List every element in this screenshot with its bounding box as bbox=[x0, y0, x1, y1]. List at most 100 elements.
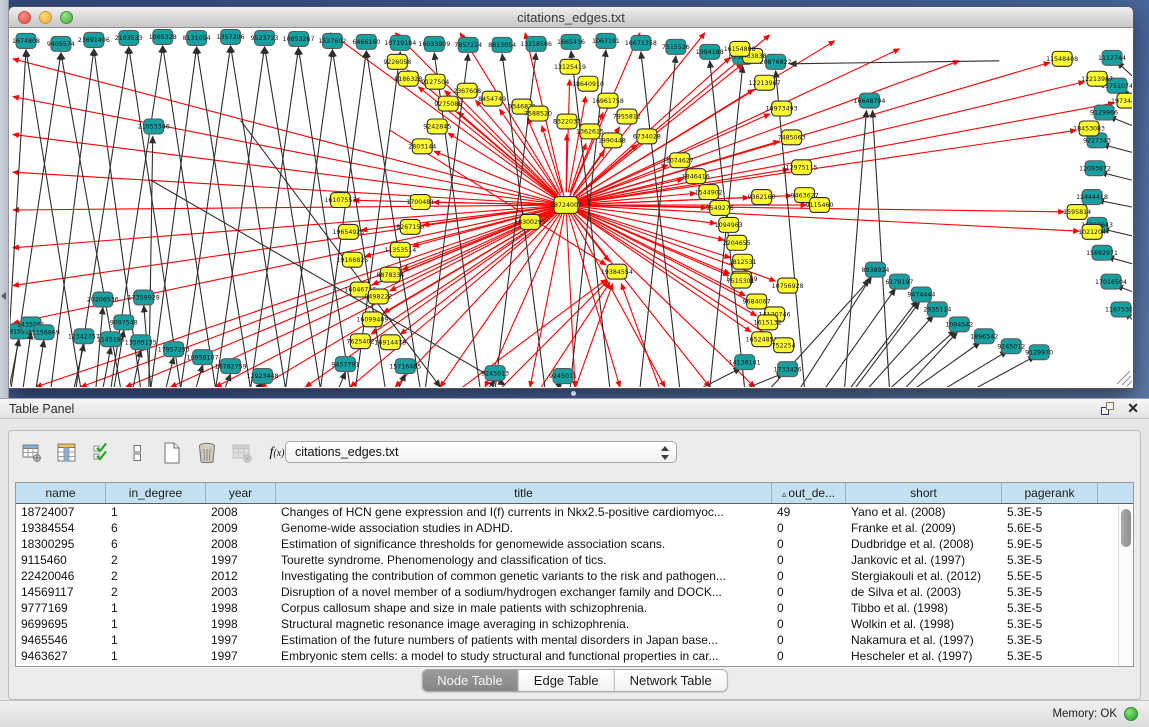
float-panel-icon[interactable] bbox=[1101, 402, 1114, 415]
graph-node-yellow[interactable]: 16961758 bbox=[592, 93, 624, 108]
graph-node-yellow[interactable]: 9242845 bbox=[423, 119, 451, 134]
graph-node-yellow[interactable]: 9226058 bbox=[383, 54, 411, 69]
graph-node-yellow[interactable]: 19384554 bbox=[601, 264, 633, 279]
table-row[interactable]: 1938455462009Genome-wide association stu… bbox=[16, 520, 1133, 536]
graph-node-teal[interactable]: 9474444 bbox=[907, 287, 935, 302]
table-row[interactable]: 946362711997Embryonic stem cells: a mode… bbox=[16, 648, 1133, 664]
graph-node-teal[interactable]: 8131054 bbox=[183, 30, 211, 45]
table-row[interactable]: 1872400712008Changes of HCN gene express… bbox=[16, 504, 1133, 520]
delete-table-button[interactable] bbox=[229, 440, 255, 466]
column-header-pagerank[interactable]: pagerank bbox=[1002, 483, 1098, 503]
graph-node-yellow[interactable]: 8454749 bbox=[478, 91, 506, 106]
graph-node-teal[interactable]: 12444418 bbox=[1076, 190, 1108, 205]
delete-column-button[interactable] bbox=[194, 440, 220, 466]
network-canvas[interactable]: 1674808 940557423691406 2103533 1065328 8131… bbox=[10, 29, 1132, 387]
graph-node-yellow[interactable]: 2367608 bbox=[453, 83, 481, 98]
graph-node-teal[interactable]: 16033809 bbox=[418, 36, 450, 51]
graph-node-teal[interactable]: 9097548 bbox=[110, 315, 138, 330]
graph-node-teal[interactable]: 11675309 bbox=[1105, 302, 1132, 317]
graph-node-teal[interactable]: 1733426 bbox=[774, 362, 802, 377]
graph-node-teal[interactable]: 1094542 bbox=[945, 317, 973, 332]
graph-node-teal[interactable]: 10719184 bbox=[384, 35, 416, 50]
column-header-year[interactable]: year bbox=[206, 483, 276, 503]
graph-node-teal[interactable]: 1994188 bbox=[696, 44, 724, 59]
graph-node-teal[interactable]: 7515526 bbox=[662, 39, 690, 54]
graph-node-yellow[interactable]: 6734028 bbox=[633, 129, 661, 144]
graph-node-teal[interactable]: 1067191 bbox=[592, 33, 620, 48]
graph-node-teal[interactable]: 17016504 bbox=[1095, 274, 1127, 289]
graph-node-yellow[interactable]: 2803144 bbox=[408, 139, 436, 154]
tab-edge-table[interactable]: Edge Table bbox=[518, 670, 614, 691]
new-column-button[interactable] bbox=[159, 440, 185, 466]
graph-node-yellow[interactable]: 9684067 bbox=[743, 294, 771, 309]
graph-node-teal[interactable]: 9405574 bbox=[47, 36, 75, 51]
graph-node-teal[interactable]: 14136141 bbox=[729, 355, 761, 370]
column-header-name[interactable]: name bbox=[16, 483, 106, 503]
graph-node-teal[interactable]: 1145196 bbox=[97, 332, 125, 347]
graph-node-teal[interactable]: 1357206 bbox=[217, 29, 245, 44]
graph-node-teal[interactable]: 2103533 bbox=[115, 30, 143, 45]
graph-node-yellow[interactable]: 1074627 bbox=[666, 153, 694, 168]
graph-node-teal[interactable]: 1665416 bbox=[557, 34, 585, 49]
graph-node-teal[interactable]: 15716485 bbox=[389, 359, 421, 374]
graph-node-yellow[interactable]: 9115460 bbox=[806, 198, 834, 213]
table-row[interactable]: 977716911998Corpus callosum shape and si… bbox=[16, 600, 1133, 616]
column-header-short[interactable]: short bbox=[846, 483, 1002, 503]
graph-node-yellow[interactable]: 8267150 bbox=[396, 219, 424, 234]
graph-node-teal[interactable]: 6179197 bbox=[885, 274, 913, 289]
table-mode-button[interactable] bbox=[19, 440, 45, 466]
graph-node-teal[interactable]: 9245011 bbox=[549, 369, 577, 384]
table-row[interactable]: 2242004622012Investigating the contribut… bbox=[16, 568, 1133, 584]
graph-node-teal[interactable]: 9129966 bbox=[1090, 105, 1118, 120]
tab-network-table[interactable]: Network Table bbox=[614, 670, 727, 691]
graph-node-teal[interactable]: 9129970 bbox=[1025, 345, 1053, 360]
graph-node-teal[interactable]: 1112744 bbox=[1098, 50, 1126, 65]
graph-node-yellow[interactable]: 11548408 bbox=[1046, 51, 1078, 66]
column-header-out_de[interactable]: ▵out_de... bbox=[772, 483, 846, 503]
collapse-arrow-icon[interactable] bbox=[1, 292, 6, 300]
graph-node-yellow[interactable]: 1990448 bbox=[598, 133, 626, 148]
close-panel-icon[interactable]: ✕ bbox=[1127, 402, 1139, 415]
graph-node-yellow[interactable]: 9498222 bbox=[364, 289, 392, 304]
graph-node-yellow[interactable]: 13125419 bbox=[554, 59, 586, 74]
pane-splitter-handle[interactable] bbox=[571, 391, 576, 396]
graph-node-teal[interactable]: 1065328 bbox=[149, 29, 177, 44]
graph-node-teal[interactable]: 17359928 bbox=[128, 290, 160, 305]
graph-node-yellow[interactable]: 7588520 bbox=[524, 106, 552, 121]
table-panel-titlebar[interactable]: Table Panel ✕ bbox=[0, 398, 1149, 419]
graph-node-teal[interactable]: 6466160 bbox=[352, 34, 380, 49]
graph-node-yellow[interactable]: 19734493 bbox=[1111, 93, 1132, 108]
memory-status-indicator[interactable] bbox=[1124, 707, 1138, 721]
graph-node-yellow[interactable]: 8186328 bbox=[394, 71, 422, 86]
graph-node-yellow[interactable]: 1700481 bbox=[406, 195, 434, 210]
column-header-in_degree[interactable]: in_degree bbox=[106, 483, 206, 503]
graph-node-yellow[interactable]: 7485063 bbox=[778, 130, 806, 145]
graph-node-teal[interactable]: 2935114 bbox=[923, 302, 951, 317]
graph-node-teal[interactable]: 23691406 bbox=[78, 32, 110, 47]
scrollbar-thumb[interactable] bbox=[1121, 509, 1131, 547]
graph-node-yellow[interactable]: 1094963 bbox=[715, 217, 743, 232]
graph-node-teal[interactable]: 9245012 bbox=[997, 339, 1025, 354]
graph-node-teal[interactable]: 13218586 bbox=[520, 36, 552, 51]
graph-node-yellow[interactable]: 7625402 bbox=[346, 334, 374, 349]
graph-node-teal[interactable]: 16648794 bbox=[853, 93, 885, 108]
graph-node-yellow[interactable]: 8322037 bbox=[553, 114, 581, 129]
table-row[interactable]: 969969511998Structural magnetic resonanc… bbox=[16, 616, 1133, 632]
vertical-scrollbar[interactable] bbox=[1118, 505, 1133, 666]
graph-node-teal[interactable]: 1674808 bbox=[12, 33, 40, 48]
graph-node-yellow[interactable]: 9362160 bbox=[748, 190, 776, 205]
graph-node-yellow[interactable]: 7955812 bbox=[613, 109, 641, 124]
graph-node-teal[interactable]: 8938924 bbox=[861, 262, 889, 277]
graph-node-yellow[interactable]: 18640910 bbox=[572, 76, 604, 91]
graph-node-teal[interactable]: 1896542 bbox=[970, 329, 998, 344]
select-columns-button[interactable] bbox=[89, 440, 115, 466]
table-selector-dropdown[interactable]: citations_edges.txt bbox=[285, 441, 677, 463]
graph-node-teal[interactable]: 21053346 bbox=[138, 119, 170, 134]
graph-node-yellow[interactable]: 1615132 bbox=[754, 315, 782, 330]
window-titlebar[interactable]: citations_edges.txt bbox=[9, 7, 1133, 28]
table-row[interactable]: 1830029562008Estimation of significance … bbox=[16, 536, 1133, 552]
graph-node-teal[interactable]: 20206536 bbox=[87, 292, 119, 307]
graph-node-yellow[interactable]: 752254 bbox=[772, 338, 796, 353]
graph-node-teal[interactable]: 8813054 bbox=[488, 37, 516, 52]
graph-node-yellow[interactable]: 9549276 bbox=[706, 201, 734, 216]
